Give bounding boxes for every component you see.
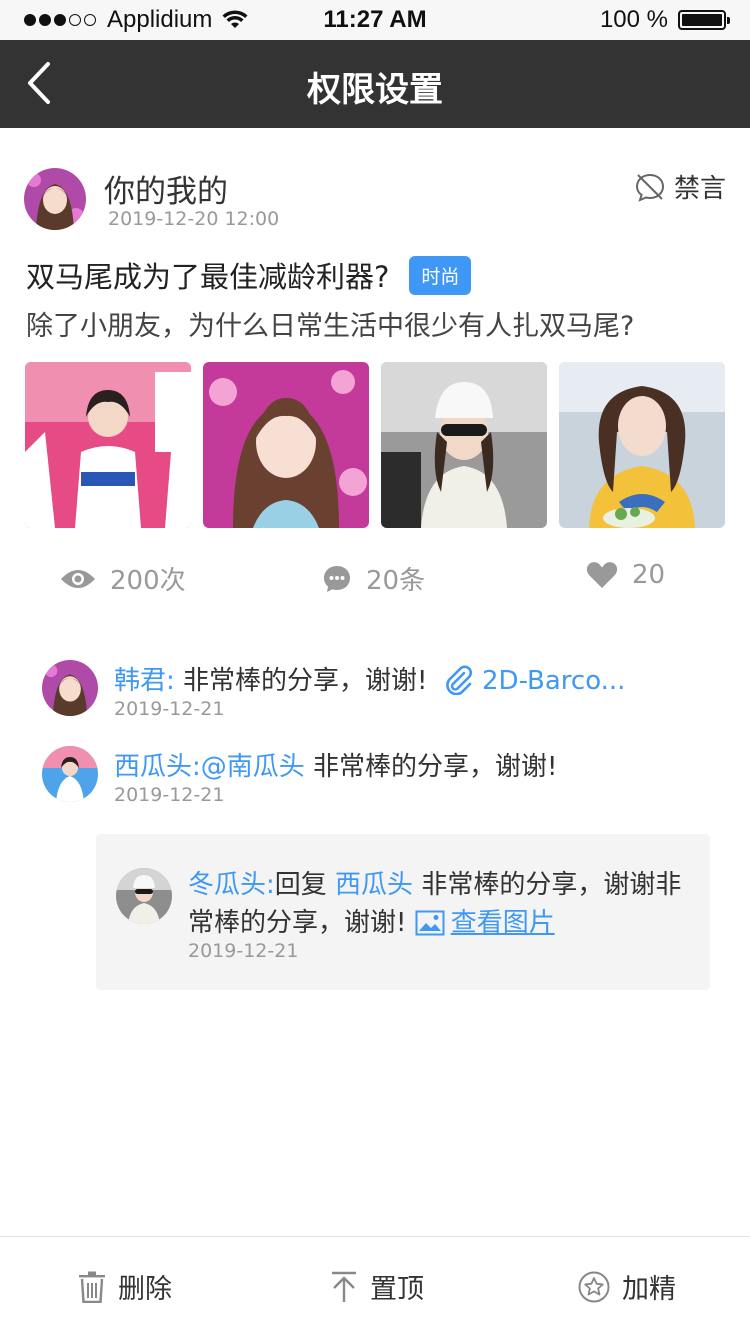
likes-count: 20 <box>632 560 666 590</box>
attachment-link[interactable]: 2D-Barco... <box>482 666 625 696</box>
comment-icon <box>324 565 350 592</box>
author-avatar[interactable] <box>24 168 86 230</box>
pin-top-label: 置顶 <box>370 1274 424 1305</box>
mute-label: 禁言 <box>673 174 726 204</box>
post-photo[interactable] <box>203 362 369 528</box>
paperclip-icon <box>445 665 472 696</box>
view-image-link[interactable]: 查看图片 <box>415 908 555 938</box>
reply-word: 回复 <box>274 870 327 900</box>
screen: Applidium 11:27 AM 100 % 权限设置 你的我的 2019-… <box>0 0 750 1334</box>
delete-label: 删除 <box>118 1274 172 1305</box>
status-bar: Applidium 11:27 AM 100 % <box>0 0 750 40</box>
battery-icon <box>678 10 730 30</box>
view-image-label: 查看图片 <box>450 908 555 938</box>
nav-bar: 权限设置 <box>0 40 750 128</box>
post-title: 双马尾成为了最佳减龄利器? 时尚 <box>26 254 472 296</box>
comment-body: 韩君: 非常棒的分享，谢谢! 2D-Barco... <box>114 660 714 697</box>
image-icon <box>415 910 445 936</box>
post-stats: 200次 20条 20 <box>0 560 750 600</box>
pin-top-icon <box>332 1271 356 1302</box>
commenter-name[interactable]: 韩君: <box>114 666 175 696</box>
star-badge-icon <box>578 1271 610 1302</box>
comments-stat[interactable]: 20条 <box>322 560 425 597</box>
trash-icon <box>79 1271 105 1303</box>
reply-to-name[interactable]: 西瓜头 <box>335 870 413 900</box>
post-photo[interactable] <box>25 362 191 528</box>
heart-icon <box>586 562 618 588</box>
commenter-avatar[interactable] <box>42 746 98 802</box>
reply-body: 冬瓜头:回复 西瓜头 非常棒的分享，谢谢非常棒的分享，谢谢! 查看图片 <box>188 866 698 942</box>
bottom-action-bar: 删除 置顶 加精 <box>0 1236 750 1334</box>
feature-label: 加精 <box>622 1274 676 1305</box>
mute-button[interactable]: 禁言 <box>634 168 726 205</box>
post-photo[interactable] <box>559 362 725 528</box>
photo-grid <box>25 362 725 528</box>
post-time: 2019-12-20 12:00 <box>108 208 280 230</box>
delete-button[interactable]: 删除 <box>78 1267 172 1306</box>
mention-link[interactable]: @南瓜头 <box>201 752 305 782</box>
comment-item: 韩君: 非常棒的分享，谢谢! 2D-Barco... 2019-12-21 <box>42 660 702 730</box>
mute-chat-icon <box>635 173 664 202</box>
page-title: 权限设置 <box>307 70 443 110</box>
category-tag[interactable]: 时尚 <box>409 255 472 295</box>
commenter-avatar[interactable] <box>116 868 172 924</box>
comment-date: 2019-12-21 <box>114 698 225 720</box>
author-name[interactable]: 你的我的 <box>104 166 228 211</box>
comment-item: 西瓜头:@南瓜头 非常棒的分享，谢谢! 2019-12-21 <box>42 746 702 816</box>
commenter-avatar[interactable] <box>42 660 98 716</box>
comment-body: 西瓜头:@南瓜头 非常棒的分享，谢谢! <box>114 746 714 783</box>
reply-thread: 冬瓜头:回复 西瓜头 非常棒的分享，谢谢非常棒的分享，谢谢! 查看图片 2019… <box>96 834 710 990</box>
commenter-name[interactable]: 冬瓜头: <box>188 870 275 900</box>
views-stat: 200次 <box>60 560 186 597</box>
comment-date: 2019-12-21 <box>188 940 299 962</box>
eye-icon <box>61 569 95 588</box>
post-title-text: 双马尾成为了最佳减龄利器? <box>26 260 390 294</box>
comment-text: 非常棒的分享，谢谢! <box>183 666 428 696</box>
post-photo[interactable] <box>381 362 547 528</box>
likes-stat[interactable]: 20 <box>586 560 665 590</box>
comment-date: 2019-12-21 <box>114 784 225 806</box>
views-count: 200次 <box>110 566 186 596</box>
comments-count: 20条 <box>366 566 426 596</box>
commenter-name[interactable]: 西瓜头: <box>114 752 201 782</box>
post-subtitle: 除了小朋友，为什么日常生活中很少有人扎双马尾? <box>26 311 635 342</box>
pin-top-button[interactable]: 置顶 <box>330 1267 424 1306</box>
feature-button[interactable]: 加精 <box>578 1267 676 1306</box>
battery-percent: 100 % <box>599 6 668 33</box>
comment-text: 非常棒的分享，谢谢! <box>313 752 558 782</box>
